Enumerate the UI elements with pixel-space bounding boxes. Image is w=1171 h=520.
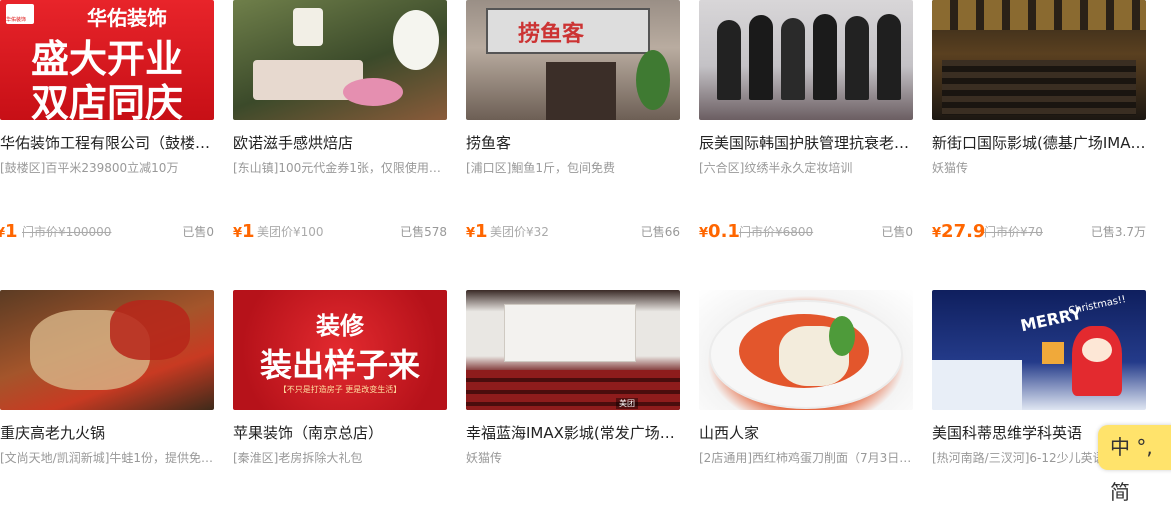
deal-desc: [浦口区]鮰鱼1斤，包间免费 (466, 161, 615, 175)
shop-sign: 捞鱼客 (486, 8, 650, 54)
deal-thumbnail[interactable]: 捞鱼客 (466, 0, 680, 120)
deal-desc: 妖猫传 (466, 451, 503, 465)
deal-title[interactable]: 华佑装饰工程有限公司（鼓楼店） (0, 132, 214, 153)
person-silhouette (845, 16, 869, 100)
ceiling-pattern (932, 0, 1146, 30)
deal-desc: [文尚天地/凯润新城]牛蛙1份，提供免费WiFi (0, 451, 214, 465)
deal-thumbnail[interactable]: MERRY Christmas!! (932, 290, 1146, 410)
ime-toolbar[interactable]: 中 °, 简 (1098, 425, 1171, 504)
person-silhouette (749, 15, 773, 100)
macaron-stand (343, 78, 403, 106)
sold-count: 已售578 (400, 225, 447, 239)
deal-card[interactable]: 欧诺滋手感烘焙店 [东山镇]100元代金券1张，仅限使用1张 ¥1 美团价¥10… (233, 0, 447, 242)
thumb-christmas-text: Christmas!! (1067, 294, 1127, 317)
deal-card[interactable]: 装修 装出样子来 【不只是打造房子 更是改变生活】 苹果装饰（南京总店） [秦淮… (233, 290, 447, 520)
deal-title[interactable]: 苹果装饰（南京总店） (233, 422, 447, 443)
sold-count: 已售0 (881, 225, 913, 239)
original-price: 门市价¥100000 (22, 225, 112, 239)
price-row: ¥27.9 门市价¥70 已售3.7万 (932, 220, 1146, 244)
original-price: 门市价¥70 (984, 225, 1043, 239)
deal-desc: [2店通用]西红柿鸡蛋刀削面（7月3日起） (699, 451, 913, 465)
deal-thumbnail[interactable]: 装修 装出样子来 【不只是打造房子 更是改变生活】 (233, 290, 447, 410)
shop-door (546, 62, 616, 120)
price-row: ¥1 美团价¥100 已售578 (233, 220, 447, 244)
deal-desc: [鼓楼区]百平米239800立减10万 (0, 161, 179, 175)
deal-desc: [秦淮区]老房拆除大礼包 (233, 451, 363, 465)
red-seats (466, 370, 680, 410)
deal-card[interactable]: 重庆高老九火锅 [文尚天地/凯润新城]牛蛙1份，提供免费WiFi (0, 290, 214, 520)
flower-bouquet (393, 10, 439, 70)
deal-card[interactable]: 山西人家 [2店通用]西红柿鸡蛋刀削面（7月3日起） (699, 290, 913, 520)
thumb-brand: 华佑装饰 (87, 6, 167, 30)
cake-tower (293, 8, 323, 46)
original-price: 美团价¥32 (490, 225, 549, 239)
deal-title[interactable]: 欧诺滋手感烘焙店 (233, 132, 447, 153)
thumb-headline-2: 双店同庆 (30, 81, 183, 120)
person-silhouette (877, 14, 901, 100)
deal-grid: 华佑装饰 华佑装饰 盛大开业 双店同庆 华佑装饰工程有限公司（鼓楼店） [鼓楼区… (0, 0, 1171, 474)
deal-desc: 妖猫传 (932, 161, 969, 175)
sold-count: 已售66 (640, 225, 680, 239)
thumb-top-text: 装修 (316, 312, 364, 340)
gift-icon (1042, 342, 1064, 364)
deal-thumbnail[interactable] (699, 0, 913, 120)
deal-price: ¥1 (233, 221, 255, 242)
deal-card[interactable]: 华佑装饰 华佑装饰 盛大开业 双店同庆 华佑装饰工程有限公司（鼓楼店） [鼓楼区… (0, 0, 214, 242)
cinema-screen (504, 304, 636, 362)
deal-thumbnail[interactable] (0, 290, 214, 410)
deal-title[interactable]: 新街口国际影城(德基广场IMAX店) (932, 132, 1146, 153)
person-silhouette (717, 20, 741, 100)
deal-thumbnail[interactable] (699, 290, 913, 410)
cinema-seats (942, 60, 1136, 115)
deal-card[interactable]: 新街口国际影城(德基广场IMAX店) 妖猫传 ¥27.9 门市价¥70 已售3.… (932, 0, 1146, 242)
deal-price: ¥0.1 (699, 221, 740, 242)
deal-card[interactable]: 捞鱼客 捞鱼客 [浦口区]鮰鱼1斤，包间免费 ¥1 美团价¥32 已售66 (466, 0, 680, 242)
deal-thumbnail[interactable] (233, 0, 447, 120)
shop-sign-text: 捞鱼客 (518, 22, 585, 47)
deal-thumbnail[interactable]: 华佑装饰 华佑装饰 盛大开业 双店同庆 (0, 0, 214, 120)
thumb-main-text: 装出样子来 (259, 346, 420, 384)
deal-title[interactable]: 幸福蓝海IMAX影城(常发广场店) (466, 422, 680, 443)
sold-count: 已售0 (182, 225, 214, 239)
price-row: ¥0.1 门市价¥6800 已售0 (699, 220, 913, 244)
deal-price: ¥27.9 (932, 221, 986, 242)
original-price: 美团价¥100 (257, 225, 324, 239)
deal-thumbnail[interactable] (932, 0, 1146, 120)
deal-price: ¥1 (466, 221, 488, 242)
original-price: 门市价¥6800 (739, 225, 814, 239)
chili-peppers (110, 300, 190, 360)
deal-title[interactable]: 山西人家 (699, 422, 913, 443)
greens (829, 316, 855, 356)
deal-title[interactable]: 辰美国际韩国护肤管理抗衰老中心 (699, 132, 913, 153)
deal-desc: [东山镇]100元代金券1张，仅限使用1张 (233, 161, 447, 175)
deal-thumbnail[interactable]: 美团 (466, 290, 680, 410)
deal-price: ¥1 (0, 221, 18, 242)
person-silhouette (813, 14, 837, 100)
plant (636, 50, 670, 110)
price-row: ¥1 门市价¥100000 已售0 (0, 220, 214, 244)
santa-face (1082, 338, 1112, 362)
thumb-sub-text: 【不只是打造房子 更是改变生活】 (278, 385, 402, 394)
deal-title[interactable]: 捞鱼客 (466, 132, 680, 153)
deal-desc: [六合区]纹绣半永久定妆培训 (699, 161, 853, 175)
deal-title[interactable]: 重庆高老九火锅 (0, 422, 214, 443)
deal-card[interactable]: 辰美国际韩国护肤管理抗衰老中心 [六合区]纹绣半永久定妆培训 ¥0.1 门市价¥… (699, 0, 913, 242)
sold-count: 已售3.7万 (1090, 225, 1146, 239)
watermark-text: 美团 (616, 398, 638, 409)
snowy-house (932, 360, 1022, 410)
deal-card[interactable]: 美团 幸福蓝海IMAX影城(常发广场店) 妖猫传 (466, 290, 680, 520)
person-silhouette (781, 18, 805, 100)
price-row: ¥1 美团价¥32 已售66 (466, 220, 680, 244)
